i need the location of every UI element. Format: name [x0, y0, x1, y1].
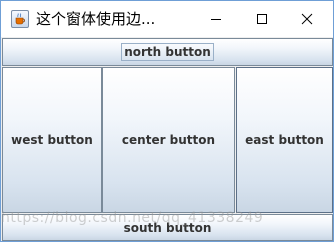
north-button[interactable]: north button [2, 38, 333, 66]
minimize-icon [211, 19, 221, 20]
south-button[interactable]: south button [2, 214, 333, 241]
east-button-label: east button [245, 133, 324, 147]
west-button[interactable]: west button [2, 67, 102, 213]
center-button-label: center button [121, 133, 216, 147]
content-pane: north button west button center button e… [1, 37, 333, 241]
close-button[interactable] [284, 1, 330, 37]
application-window: 这个窗体使用边... north button west button cent… [0, 0, 334, 242]
west-button-label: west button [11, 133, 93, 147]
window-title: 这个窗体使用边... [36, 10, 156, 28]
java-coffee-icon[interactable] [11, 10, 29, 28]
maximize-button[interactable] [239, 1, 285, 37]
maximize-icon [257, 14, 267, 24]
close-icon [301, 13, 313, 25]
east-button[interactable]: east button [236, 67, 333, 213]
south-button-label: south button [123, 220, 212, 235]
center-button[interactable]: center button [102, 67, 235, 213]
title-bar[interactable]: 这个窗体使用边... [1, 1, 333, 37]
north-button-label: north button [121, 43, 214, 61]
minimize-button[interactable] [193, 1, 239, 37]
